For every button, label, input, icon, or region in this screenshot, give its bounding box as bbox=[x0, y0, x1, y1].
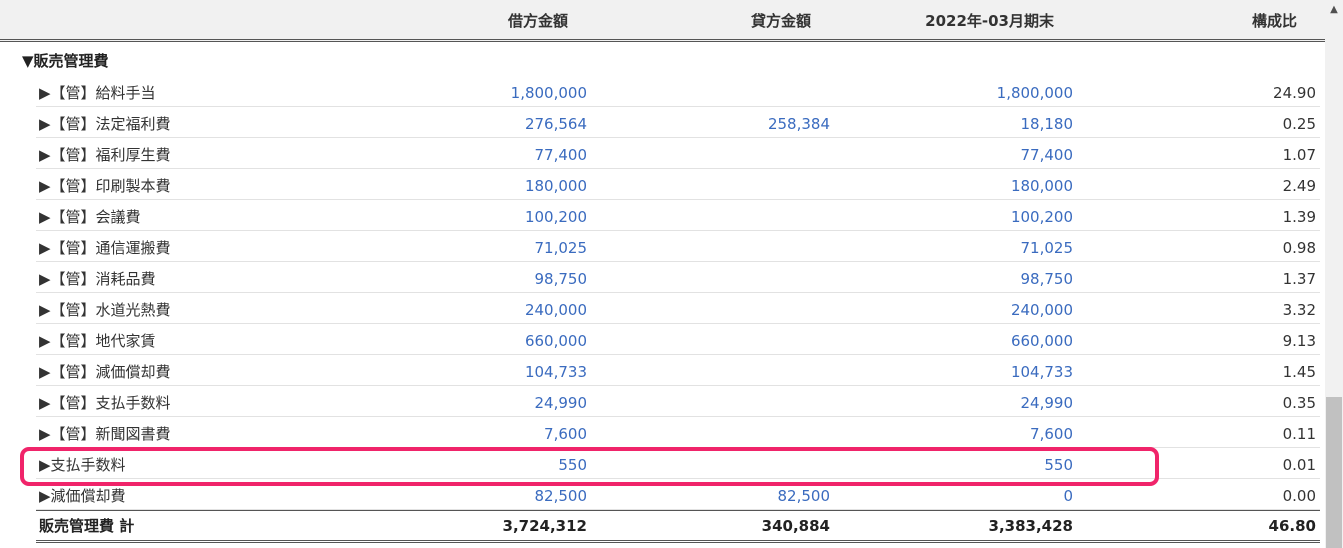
account-label[interactable]: ▶【管】支払手数料 bbox=[39, 386, 171, 416]
period-end-amount-link[interactable]: 98,750 bbox=[1021, 262, 1074, 292]
period-end-amount-link[interactable]: 71,025 bbox=[1021, 231, 1074, 261]
account-label[interactable]: ▶【管】福利厚生費 bbox=[39, 138, 171, 168]
total-ratio: 46.80 bbox=[1268, 517, 1316, 535]
debit-amount-link[interactable]: 660,000 bbox=[525, 324, 587, 354]
account-label[interactable]: ▶【管】減価償却費 bbox=[39, 355, 171, 385]
vertical-scrollbar[interactable]: ▲ bbox=[1325, 0, 1343, 548]
ratio-value: 1.37 bbox=[1282, 270, 1316, 288]
ratio-value: 0.35 bbox=[1282, 394, 1316, 412]
column-header-period-end[interactable]: 2022年-03月期末 bbox=[925, 0, 1054, 40]
period-end-amount-link[interactable]: 24,990 bbox=[1021, 386, 1074, 416]
table-row: ▶【管】印刷製本費 180,000 180,000 2.49 bbox=[36, 169, 1320, 200]
total-row: 販売管理費 計 3,724,312 340,884 3,383,428 46.8… bbox=[36, 510, 1320, 543]
table-header: 借方金額 貸方金額 2022年-03月期末 構成比 bbox=[0, 0, 1325, 42]
debit-amount-link[interactable]: 276,564 bbox=[525, 107, 587, 137]
table-row: ▶【管】通信運搬費 71,025 71,025 0.98 bbox=[36, 231, 1320, 262]
debit-amount-link[interactable]: 240,000 bbox=[525, 293, 587, 323]
period-end-amount-link[interactable]: 180,000 bbox=[1011, 169, 1073, 199]
scrollbar-thumb[interactable] bbox=[1326, 397, 1342, 548]
account-label[interactable]: ▶【管】印刷製本費 bbox=[39, 169, 171, 199]
account-label[interactable]: ▶【管】会議費 bbox=[39, 200, 141, 230]
ratio-value: 0.98 bbox=[1282, 239, 1316, 257]
ratio-value: 0.00 bbox=[1282, 487, 1316, 505]
highlight-annotation bbox=[20, 447, 1159, 486]
table-row: ▶【管】新聞図書費 7,600 7,600 0.11 bbox=[36, 417, 1320, 448]
scroll-up-arrow-icon[interactable]: ▲ bbox=[1325, 0, 1343, 18]
total-credit: 340,884 bbox=[761, 517, 830, 535]
debit-amount-link[interactable]: 104,733 bbox=[525, 355, 587, 385]
table-row: ▶【管】消耗品費 98,750 98,750 1.37 bbox=[36, 262, 1320, 293]
ratio-value: 2.49 bbox=[1282, 177, 1316, 195]
ratio-value: 0.01 bbox=[1282, 456, 1316, 474]
debit-amount-link[interactable]: 98,750 bbox=[535, 262, 588, 292]
period-end-amount-link[interactable]: 240,000 bbox=[1011, 293, 1073, 323]
table-row: ▶【管】水道光熱費 240,000 240,000 3.32 bbox=[36, 293, 1320, 324]
period-end-amount-link[interactable]: 7,600 bbox=[1030, 417, 1073, 447]
account-label[interactable]: ▶【管】消耗品費 bbox=[39, 262, 156, 292]
ratio-value: 0.25 bbox=[1282, 115, 1316, 133]
period-end-amount-link[interactable]: 18,180 bbox=[1021, 107, 1074, 137]
ratio-value: 1.39 bbox=[1282, 208, 1316, 226]
column-header-ratio[interactable]: 構成比 bbox=[1252, 0, 1297, 40]
total-debit: 3,724,312 bbox=[502, 517, 587, 535]
account-label[interactable]: ▶【管】給料手当 bbox=[39, 76, 156, 106]
ratio-value: 24.90 bbox=[1273, 84, 1316, 102]
table-row: ▶【管】福利厚生費 77,400 77,400 1.07 bbox=[36, 138, 1320, 169]
table-row: ▶【管】会議費 100,200 100,200 1.39 bbox=[36, 200, 1320, 231]
debit-amount-link[interactable]: 7,600 bbox=[544, 417, 587, 447]
period-end-amount-link[interactable]: 660,000 bbox=[1011, 324, 1073, 354]
credit-amount-link[interactable]: 258,384 bbox=[768, 107, 830, 137]
ratio-value: 9.13 bbox=[1282, 332, 1316, 350]
period-end-amount-link[interactable]: 104,733 bbox=[1011, 355, 1073, 385]
table-row: ▶【管】給料手当 1,800,000 1,800,000 24.90 bbox=[36, 76, 1320, 107]
account-label[interactable]: ▶【管】水道光熱費 bbox=[39, 293, 171, 323]
table-row: ▶【管】法定福利費 276,564 258,384 18,180 0.25 bbox=[36, 107, 1320, 138]
account-label[interactable]: ▶【管】地代家賃 bbox=[39, 324, 156, 354]
ratio-value: 1.07 bbox=[1282, 146, 1316, 164]
total-label: 販売管理費 計 bbox=[39, 517, 135, 535]
debit-amount-link[interactable]: 1,800,000 bbox=[511, 76, 587, 106]
ratio-value: 1.45 bbox=[1282, 363, 1316, 381]
account-label[interactable]: ▶【管】法定福利費 bbox=[39, 107, 171, 137]
column-header-credit[interactable]: 貸方金額 bbox=[751, 0, 811, 40]
section-toggle-selling-admin-expenses[interactable]: ▼販売管理費 bbox=[22, 49, 109, 73]
ledger-view: 借方金額 貸方金額 2022年-03月期末 構成比 ▼販売管理費 ▶【管】給料手… bbox=[0, 0, 1343, 548]
period-end-amount-link[interactable]: 77,400 bbox=[1021, 138, 1074, 168]
period-end-amount-link[interactable]: 100,200 bbox=[1011, 200, 1073, 230]
account-label[interactable]: ▶【管】新聞図書費 bbox=[39, 417, 171, 447]
ratio-value: 3.32 bbox=[1282, 301, 1316, 319]
total-period-end: 3,383,428 bbox=[988, 517, 1073, 535]
account-label[interactable]: ▶【管】通信運搬費 bbox=[39, 231, 171, 261]
column-header-debit[interactable]: 借方金額 bbox=[508, 0, 568, 40]
period-end-amount-link[interactable]: 1,800,000 bbox=[997, 76, 1073, 106]
debit-amount-link[interactable]: 77,400 bbox=[535, 138, 588, 168]
debit-amount-link[interactable]: 71,025 bbox=[535, 231, 588, 261]
ratio-value: 0.11 bbox=[1282, 425, 1316, 443]
debit-amount-link[interactable]: 180,000 bbox=[525, 169, 587, 199]
table-row: ▶【管】減価償却費 104,733 104,733 1.45 bbox=[36, 355, 1320, 386]
table-row: ▶【管】支払手数料 24,990 24,990 0.35 bbox=[36, 386, 1320, 417]
debit-amount-link[interactable]: 24,990 bbox=[535, 386, 588, 416]
table-row: ▶【管】地代家賃 660,000 660,000 9.13 bbox=[36, 324, 1320, 355]
debit-amount-link[interactable]: 100,200 bbox=[525, 200, 587, 230]
